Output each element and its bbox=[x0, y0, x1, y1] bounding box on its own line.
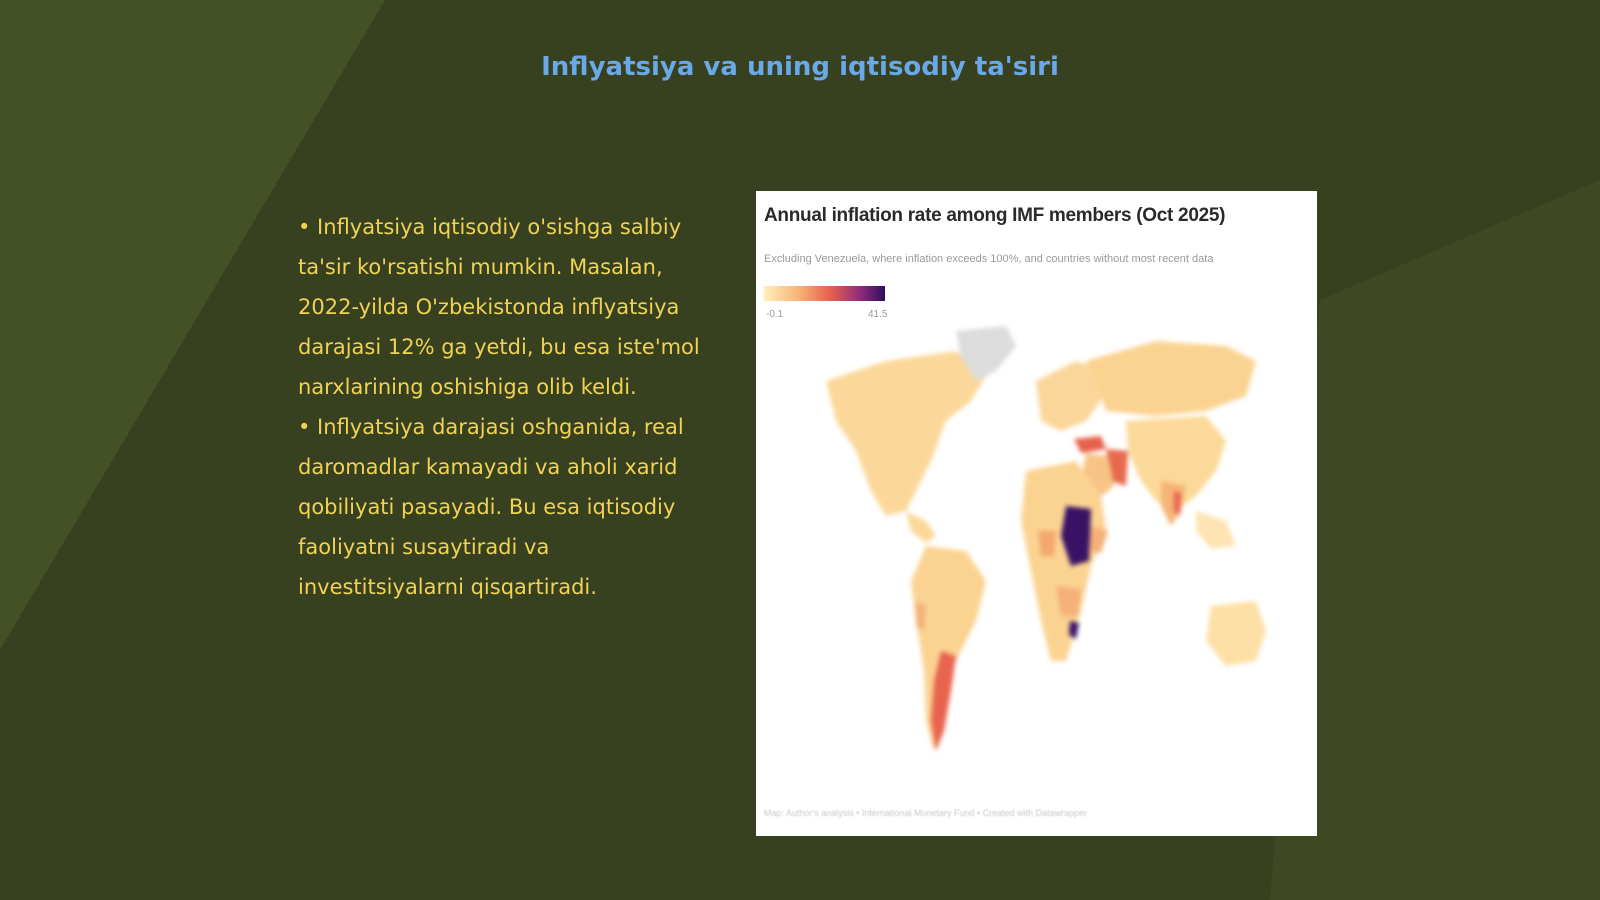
bullet-item: • Inflyatsiya darajasi oshganida, real d… bbox=[298, 415, 684, 599]
map-subtitle: Excluding Venezuela, where inflation exc… bbox=[764, 253, 1214, 265]
world-map-graphic bbox=[826, 326, 1266, 751]
map-region-north-america bbox=[826, 351, 986, 516]
slide-title: Inflyatsiya va uning iqtisodiy ta'siri bbox=[541, 52, 1059, 82]
bullet-list: • Inflyatsiya iqtisodiy o'sishga salbiy … bbox=[298, 207, 703, 607]
map-region-north-asia bbox=[1086, 341, 1256, 416]
map-title: Annual inflation rate among IMF members … bbox=[764, 205, 1226, 226]
map-region-central-america bbox=[906, 511, 936, 543]
inflation-map-image: Annual inflation rate among IMF members … bbox=[756, 191, 1317, 836]
legend-max-label: 41.5 bbox=[868, 309, 888, 320]
map-source-note: Map: Author's analysis • International M… bbox=[764, 808, 1088, 818]
legend-min-label: -0.1 bbox=[766, 309, 784, 320]
map-region-africa bbox=[1021, 461, 1106, 661]
map-region-south-asia bbox=[1161, 481, 1186, 526]
map-region-australia bbox=[1206, 601, 1266, 666]
bullet-item: • Inflyatsiya iqtisodiy o'sishga salbiy … bbox=[298, 215, 700, 399]
map-legend-gradient bbox=[764, 286, 885, 301]
map-region-turkey bbox=[1074, 436, 1106, 453]
map-region-south-america bbox=[911, 546, 986, 751]
map-region-west-africa bbox=[1038, 531, 1056, 556]
map-region-southeast-asia bbox=[1196, 511, 1236, 549]
